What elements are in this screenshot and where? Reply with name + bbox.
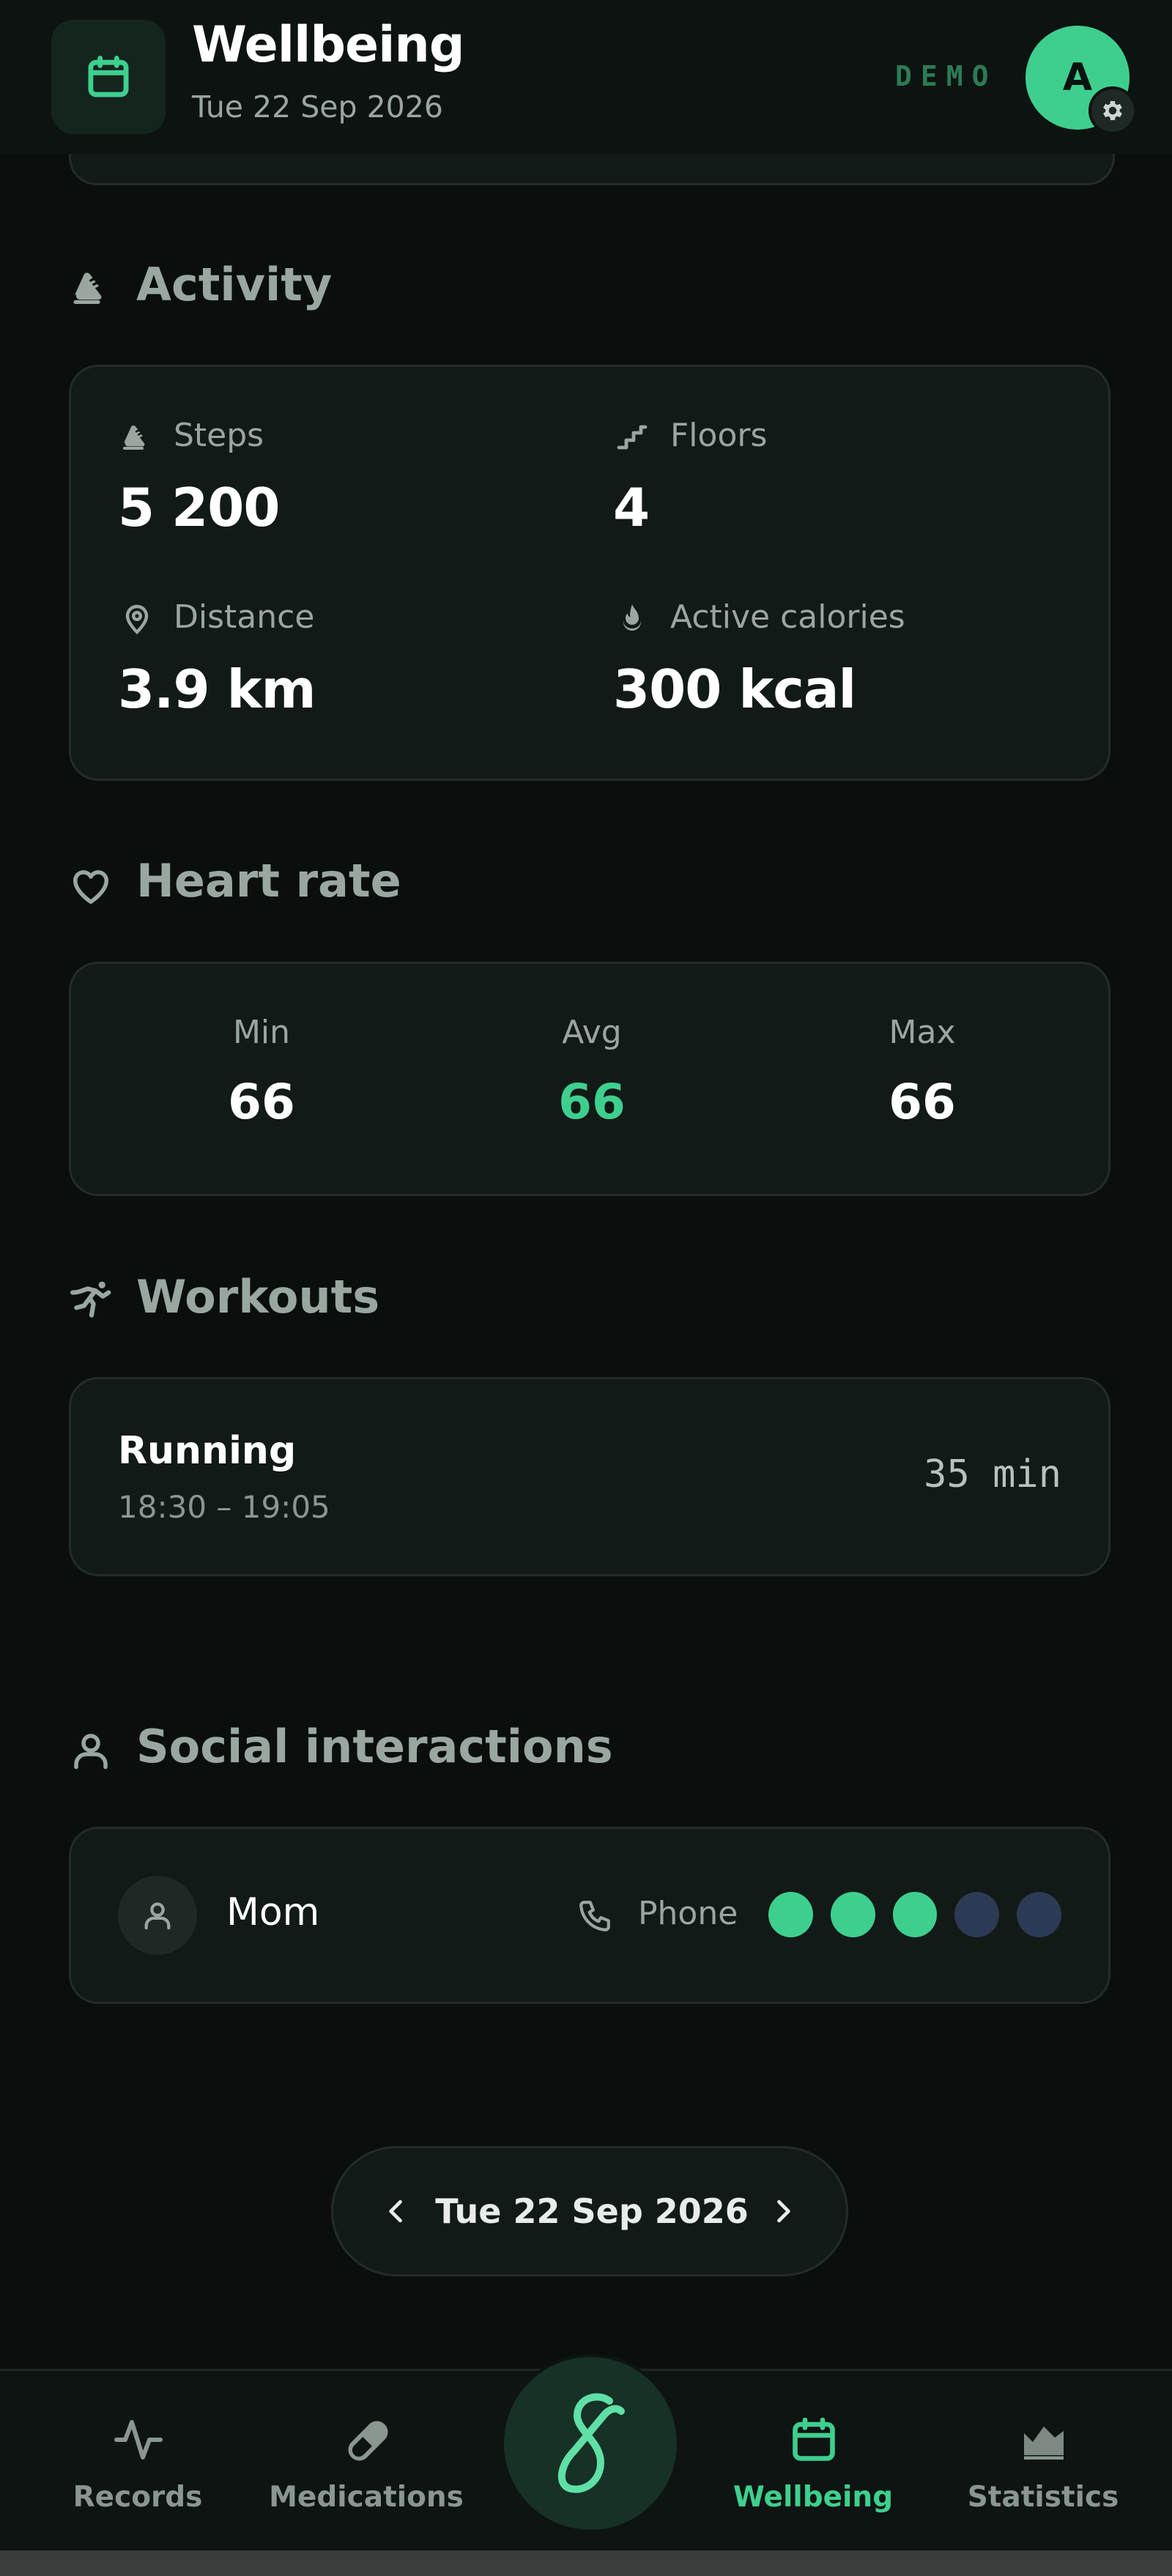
header-calendar-button[interactable] — [51, 20, 166, 134]
phone-icon — [579, 1901, 610, 1931]
location-pin-icon — [125, 604, 149, 635]
center-home-button[interactable] — [501, 2354, 680, 2533]
nav-label-statistics: Statistics — [967, 2481, 1119, 2514]
floors-label: Floors — [670, 417, 768, 454]
hr-max-value: 66 — [889, 1074, 956, 1130]
section-title-heart-rate: Heart rate — [136, 854, 401, 907]
workout-duration: 35 min — [924, 1452, 1061, 1496]
workout-time: 18:30 – 19:05 — [118, 1489, 330, 1525]
workout-card[interactable]: Running 18:30 – 19:05 35 min — [69, 1377, 1110, 1576]
distance-label: Distance — [174, 598, 315, 636]
steps-value: 5 200 — [118, 477, 280, 538]
stairs-icon — [617, 425, 648, 450]
section-title-workouts: Workouts — [136, 1270, 380, 1324]
hr-min-value: 66 — [228, 1074, 295, 1130]
hr-max-label: Max — [889, 1014, 956, 1051]
section-title-social: Social interactions — [136, 1720, 613, 1773]
avatar-initial: A — [1062, 56, 1093, 100]
nav-item-statistics[interactable]: Statistics — [933, 2371, 1153, 2553]
activity-card: Steps 5 200 Floors 4 Distance 3.9 km Act… — [69, 365, 1110, 781]
calories-value: 300 kcal — [613, 658, 856, 720]
nav-item-medications[interactable]: Medications — [256, 2371, 476, 2553]
chart-area-icon — [1024, 2427, 1064, 2460]
heart-rate-card: Min 66 Avg 66 Max 66 — [69, 962, 1110, 1196]
system-bar — [0, 2550, 1172, 2576]
rating-dot-empty — [954, 1892, 1000, 1937]
gear-icon — [1103, 100, 1122, 121]
steps-label: Steps — [174, 417, 264, 454]
nav-item-records[interactable]: Records — [28, 2371, 248, 2553]
heart-icon — [73, 870, 108, 904]
next-day-button[interactable] — [754, 2182, 812, 2241]
demo-badge: DEMO — [895, 60, 998, 92]
pulse-icon — [114, 2420, 163, 2460]
app-logo-icon — [557, 2393, 625, 2493]
nav-label-records: Records — [73, 2481, 203, 2514]
calendar-icon — [88, 56, 129, 97]
flame-icon — [623, 604, 641, 631]
rating-dot-empty — [1017, 1892, 1061, 1937]
shoe-icon — [123, 426, 145, 450]
shoe-icon — [73, 272, 102, 304]
distance-value: 3.9 km — [118, 658, 316, 720]
interaction-channel: Phone — [638, 1895, 738, 1932]
workout-name: Running — [118, 1429, 297, 1473]
pill-icon — [348, 2421, 388, 2461]
rating-dot-filled — [892, 1892, 938, 1937]
nav-label-medications: Medications — [269, 2481, 464, 2514]
running-figure-icon — [70, 1281, 111, 1318]
person-icon — [74, 1734, 108, 1770]
contact-avatar — [118, 1876, 197, 1955]
interaction-rating — [768, 1892, 1061, 1937]
nav-label-wellbeing: Wellbeing — [732, 2481, 894, 2514]
page-date: Tue 22 Sep 2026 — [192, 89, 443, 125]
contact-name: Mom — [226, 1890, 320, 1934]
section-title-activity: Activity — [136, 258, 333, 311]
hr-min-label: Min — [232, 1014, 291, 1051]
nav-item-wellbeing[interactable]: Wellbeing — [703, 2371, 923, 2553]
date-navigator: Tue 22 Sep 2026 — [331, 2146, 848, 2276]
hr-avg-label: Avg — [562, 1014, 622, 1051]
calories-label: Active calories — [670, 598, 905, 636]
social-interaction-card[interactable]: Mom Phone — [69, 1827, 1110, 2004]
calendar-icon — [793, 2417, 835, 2461]
hr-avg-value: 66 — [558, 1074, 626, 1130]
person-icon — [144, 1902, 171, 1930]
chevron-right-icon — [777, 2200, 790, 2223]
floors-value: 4 — [613, 477, 650, 538]
rating-dot-filled — [830, 1892, 875, 1937]
settings-badge[interactable] — [1088, 86, 1137, 135]
page-title: Wellbeing — [192, 16, 465, 74]
rating-dot-filled — [768, 1892, 813, 1937]
